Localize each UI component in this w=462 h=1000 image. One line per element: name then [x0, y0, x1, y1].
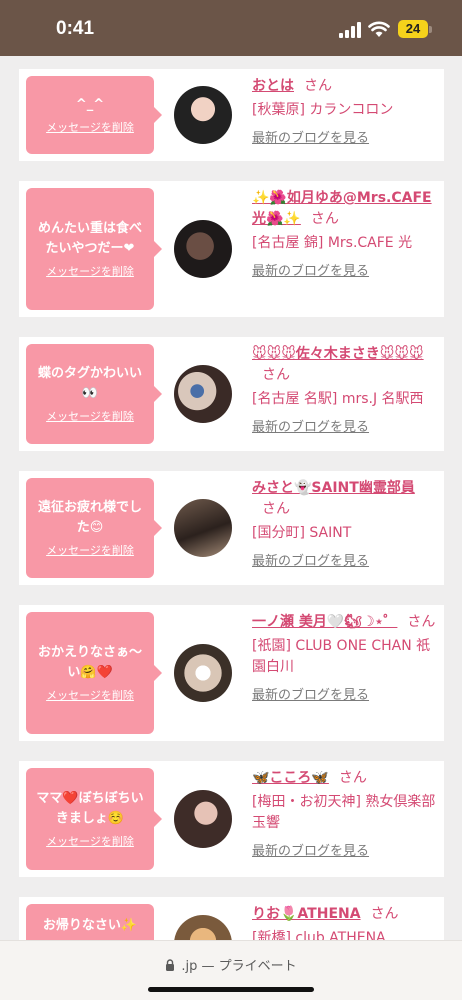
card-info: 一ノ瀬 美月🤍🐿☽⋆゜ さん [祇園] CLUB ONE CHAN 祇園白川 最新… [252, 612, 438, 703]
honorific: さん [262, 501, 290, 517]
message-text: ママ❤️ぼちぼちいきましょ☺️ [36, 791, 144, 826]
home-indicator[interactable] [148, 987, 314, 992]
name-line: りお🌷ATHENA さん [252, 904, 438, 925]
latest-blog-link[interactable]: 最新のブログを見る [252, 684, 438, 703]
message-card: めんたい重は食べたいやつだー❤ メッセージを削除 ✨🌺如月ゆあ@Mrs.CAFE… [19, 181, 444, 317]
shop-info[interactable]: [梅田・お初天神] 熟女倶楽部 玉響 [252, 792, 438, 834]
honorific: さん [370, 906, 399, 922]
shop-info[interactable]: [名古屋 錦] Mrs.CAFE 光 [252, 233, 438, 254]
cast-name-link[interactable]: 🐭🐭🐭佐々木まさき🐭🐭🐭 [252, 346, 424, 362]
message-bubble: めんたい重は食べたいやつだー❤ メッセージを削除 [26, 188, 162, 310]
name-line: 🦋こころ🦋 さん [252, 768, 438, 789]
card-info: 🐭🐭🐭佐々木まさき🐭🐭🐭 さん [名古屋 名駅] mrs.J 名駅西 最新のブログ… [252, 344, 438, 435]
lock-icon [166, 959, 175, 971]
name-line: みさと👻SAINT幽霊部員さん [252, 478, 438, 520]
message-bubble: お帰りなさい✨ [26, 904, 154, 940]
card-info: みさと👻SAINT幽霊部員さん [国分町] SAINT 最新のブログを見る [252, 478, 438, 569]
latest-blog-link[interactable]: 最新のブログを見る [252, 260, 438, 279]
shop-info[interactable]: [新橋] club ATHENA [252, 928, 438, 940]
cast-name-link[interactable]: ✨🌺如月ゆあ@Mrs.CAFE光🌺✨ [252, 190, 432, 227]
shop-info[interactable]: [名古屋 名駅] mrs.J 名駅西 [252, 389, 438, 410]
url-row[interactable]: .jp — プライベート [0, 955, 462, 974]
cast-name-link[interactable]: 一ノ瀬 美月🤍🐿☽⋆゜ [252, 614, 397, 630]
avatar[interactable] [174, 499, 232, 557]
latest-blog-link[interactable]: 最新のブログを見る [252, 416, 438, 435]
message-bubble: おかえりなさぁ〜い🤗❤️ メッセージを削除 [26, 612, 162, 734]
browser-address-bar[interactable]: .jp — プライベート [0, 940, 462, 1000]
honorific: さん [407, 614, 436, 630]
avatar[interactable] [174, 915, 232, 940]
message-card: 蝶のタグかわいい👀 メッセージを削除 🐭🐭🐭佐々木まさき🐭🐭🐭 さん [名古屋 名… [19, 337, 444, 451]
name-line: 🐭🐭🐭佐々木まさき🐭🐭🐭 さん [252, 344, 438, 386]
battery-tip [429, 26, 432, 33]
message-text: 遠征お疲れ様でした😊 [37, 500, 142, 535]
message-card: ママ❤️ぼちぼちいきましょ☺️ メッセージを削除 🦋こころ🦋 さん [梅田・お初天… [19, 761, 444, 877]
cast-name-link[interactable]: みさと👻SAINT幽霊部員 [252, 480, 415, 496]
latest-blog-link[interactable]: 最新のブログを見る [252, 127, 438, 146]
name-line: 一ノ瀬 美月🤍🐿☽⋆゜ さん [252, 612, 438, 633]
cellular-signal-icon [339, 22, 361, 38]
battery-indicator: 24 [398, 20, 428, 38]
name-line: おとは さん [252, 76, 438, 97]
latest-blog-link[interactable]: 最新のブログを見る [252, 550, 438, 569]
message-card: お帰りなさい✨ りお🌷ATHENA さん [新橋] club ATHENA [19, 897, 444, 940]
card-info: りお🌷ATHENA さん [新橋] club ATHENA [252, 904, 438, 940]
card-info: 🦋こころ🦋 さん [梅田・お初天神] 熟女倶楽部 玉響 最新のブログを見る [252, 768, 438, 859]
status-time: 0:41 [56, 18, 95, 39]
delete-message-link[interactable]: メッセージを削除 [46, 833, 134, 849]
shop-info[interactable]: [秋葉原] カランコロン [252, 100, 438, 121]
message-card: 遠征お疲れ様でした😊 メッセージを削除 みさと👻SAINT幽霊部員さん [国分町… [19, 471, 444, 585]
latest-blog-link[interactable]: 最新のブログを見る [252, 840, 438, 859]
cast-name-link[interactable]: おとは [252, 78, 294, 94]
message-text: おかえりなさぁ〜い🤗❤️ [37, 645, 142, 680]
message-bubble: ママ❤️ぼちぼちいきましょ☺️ メッセージを削除 [26, 768, 162, 870]
avatar[interactable] [174, 86, 232, 144]
shop-info[interactable]: [祇園] CLUB ONE CHAN 祇園白川 [252, 636, 438, 678]
message-card: おかえりなさぁ〜い🤗❤️ メッセージを削除 一ノ瀬 美月🤍🐿☽⋆゜ さん [祇園]… [19, 605, 444, 741]
message-text: めんたい重は食べたいやつだー❤ [37, 221, 142, 256]
message-bubble: 蝶のタグかわいい👀 メッセージを削除 [26, 344, 162, 444]
delete-message-link[interactable]: メッセージを削除 [46, 687, 134, 703]
message-feed[interactable]: ^_^ メッセージを削除 おとは さん [秋葉原] カランコロン 最新のブログを見… [0, 56, 462, 940]
honorific: さん [338, 770, 367, 786]
honorific: さん [262, 367, 290, 383]
message-bubble: ^_^ メッセージを削除 [26, 76, 162, 154]
cast-name-link[interactable]: 🦋こころ🦋 [252, 770, 329, 786]
avatar[interactable] [174, 790, 232, 848]
message-text: 蝶のタグかわいい👀 [37, 366, 142, 401]
avatar[interactable] [174, 365, 232, 423]
card-info: ✨🌺如月ゆあ@Mrs.CAFE光🌺✨ さん [名古屋 錦] Mrs.CAFE 光 … [252, 188, 438, 279]
delete-message-link[interactable]: メッセージを削除 [46, 119, 134, 135]
avatar[interactable] [174, 220, 232, 278]
cast-name-link[interactable]: りお🌷ATHENA [252, 906, 361, 922]
message-bubble: 遠征お疲れ様でした😊 メッセージを削除 [26, 478, 162, 578]
delete-message-link[interactable]: メッセージを削除 [46, 408, 134, 424]
delete-message-link[interactable]: メッセージを削除 [46, 263, 134, 279]
delete-message-link[interactable]: メッセージを削除 [46, 542, 134, 558]
wifi-icon [368, 21, 390, 37]
card-info: おとは さん [秋葉原] カランコロン 最新のブログを見る [252, 76, 438, 146]
honorific: さん [304, 78, 332, 94]
url-text: .jp — プライベート [181, 959, 297, 974]
message-card: ^_^ メッセージを削除 おとは さん [秋葉原] カランコロン 最新のブログを見… [19, 69, 444, 161]
status-bar: 0:41 24 [0, 0, 462, 56]
name-line: ✨🌺如月ゆあ@Mrs.CAFE光🌺✨ さん [252, 188, 438, 230]
honorific: さん [310, 211, 339, 227]
message-text: ^_^ [75, 97, 105, 112]
message-text: お帰りなさい✨ [42, 918, 138, 933]
avatar[interactable] [174, 644, 232, 702]
shop-info[interactable]: [国分町] SAINT [252, 523, 438, 544]
